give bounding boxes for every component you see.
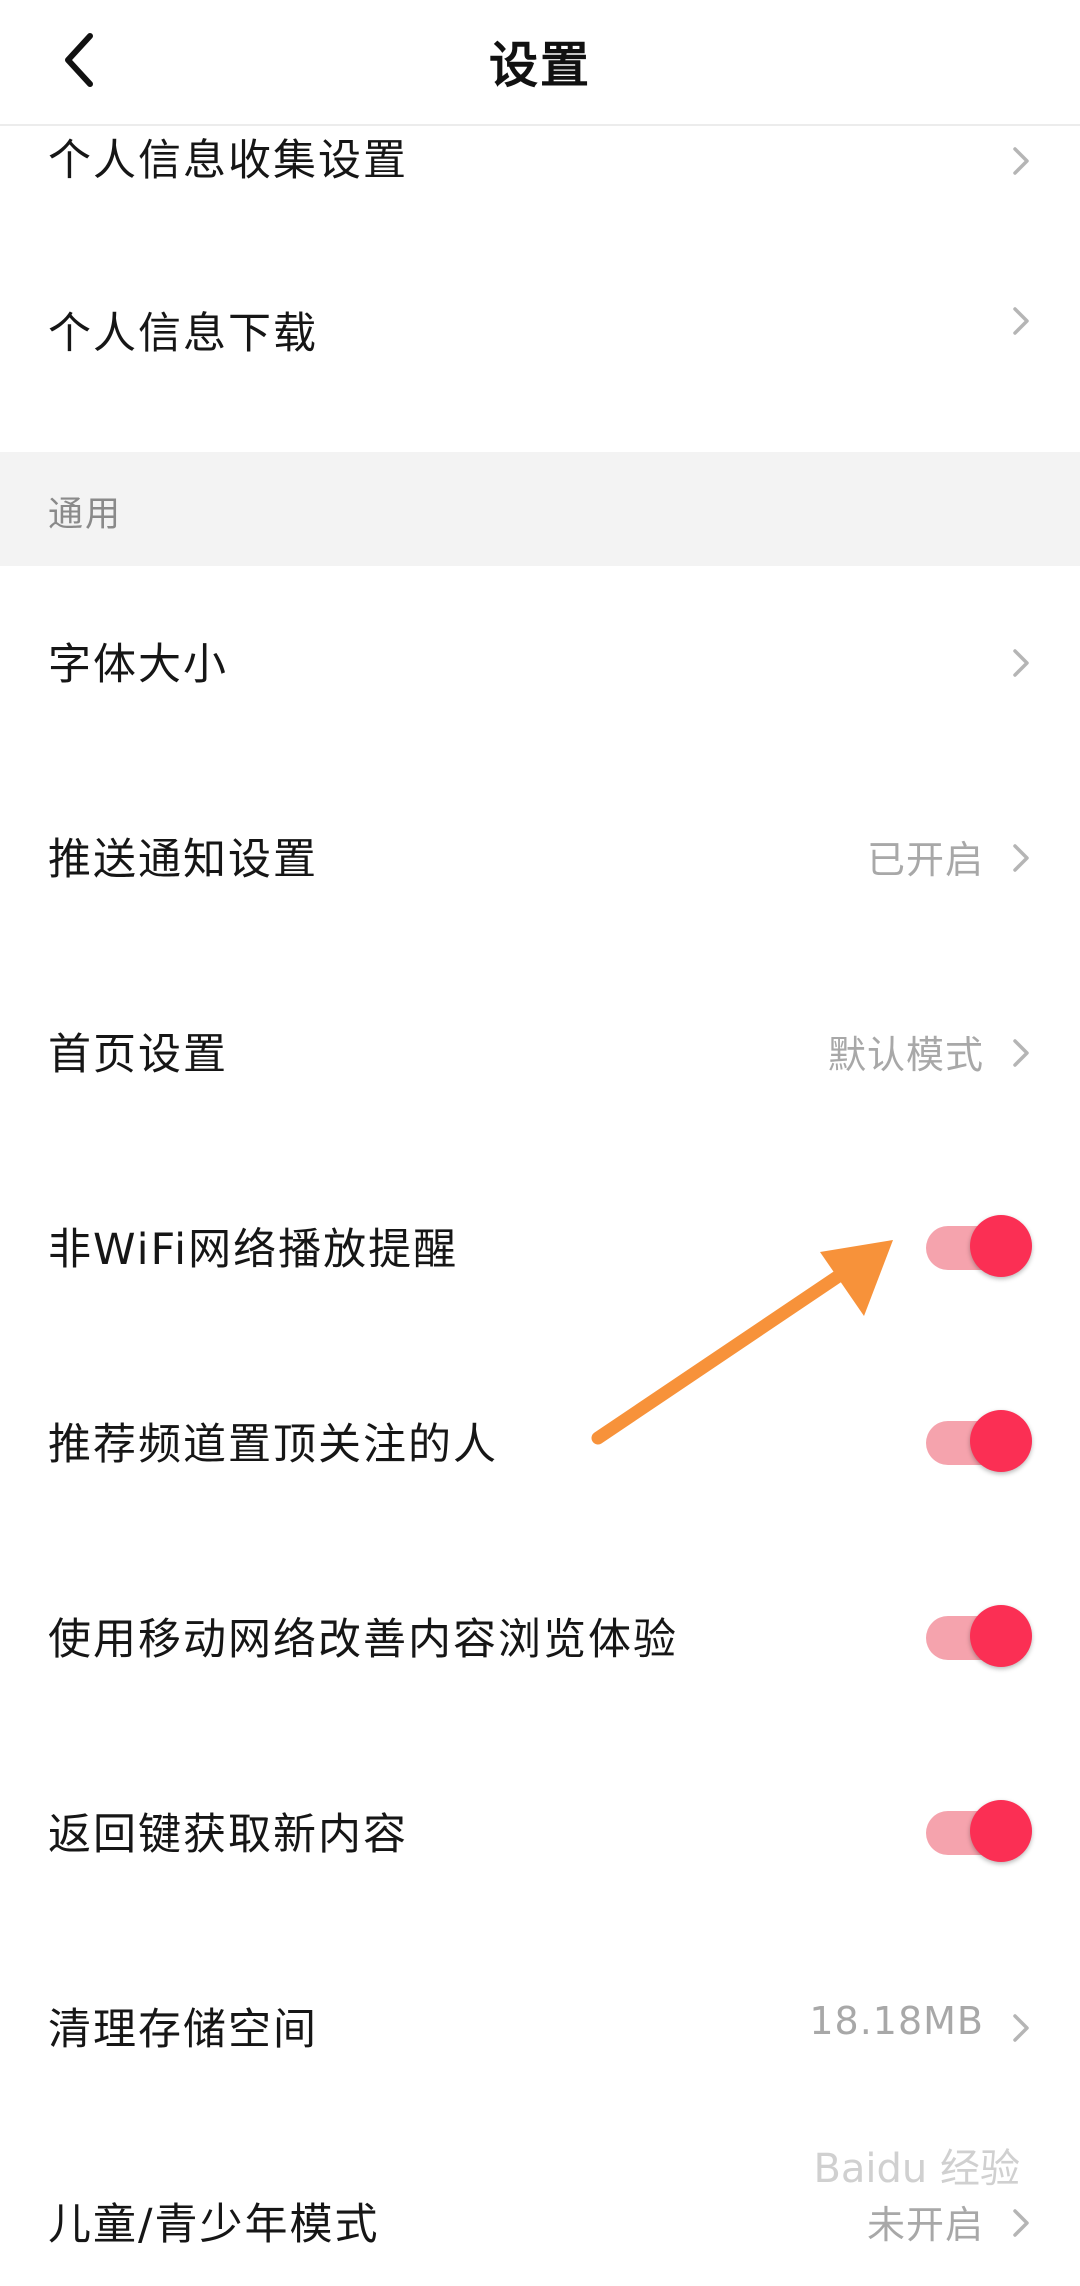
settings-row-back-key-refresh: 返回键获取新内容 [0,1736,1080,1931]
chevron-right-icon [1013,844,1029,872]
chevron-right-icon [1013,2209,1029,2237]
toggle-knob [970,1215,1032,1277]
toggle-knob [970,1410,1032,1472]
row-label: 儿童/青少年模式 [48,2200,380,2250]
chevron-right-icon [1013,1039,1029,1067]
row-label: 首页设置 [48,1030,228,1080]
toggle-switch[interactable] [922,1798,1032,1868]
settings-row-homepage[interactable]: 首页设置 默认模式 [0,956,1080,1151]
toggle-switch[interactable] [922,1408,1032,1478]
settings-row-non-wifi-reminder: 非WiFi网络播放提醒 [0,1151,1080,1346]
row-label: 推送通知设置 [48,835,318,885]
settings-row-mobile-network-improve: 使用移动网络改善内容浏览体验 [0,1541,1080,1736]
row-label: 推荐频道置顶关注的人 [48,1420,498,1470]
row-label: 个人信息收集设置 [48,136,408,186]
row-value: 已开启 [866,838,984,882]
row-value: 未开启 [866,2203,984,2247]
row-label: 个人信息下载 [48,309,318,359]
settings-row-personal-info-download[interactable]: 个人信息下载 [0,202,1080,452]
top-nav-bar: 设置 [0,0,1080,126]
toggle-knob [970,1605,1032,1667]
chevron-right-icon [1013,2014,1029,2042]
row-label: 清理存储空间 [48,2005,318,2055]
row-value: 默认模式 [827,1033,984,1077]
row-label: 字体大小 [48,640,228,690]
chevron-right-icon [1013,147,1029,175]
page-title: 设置 [488,37,591,94]
section-title: 通用 [48,495,123,535]
row-label: 非WiFi网络播放提醒 [48,1225,459,1275]
settings-list: 个人信息收集设置 个人信息下载 通用 字体大小 推送通知设置 已开启 首页设置 … [0,126,1080,2286]
settings-row-font-size[interactable]: 字体大小 [0,566,1080,761]
section-header-general: 通用 [0,452,1080,566]
chevron-right-icon [1013,307,1029,335]
toggle-knob [970,1800,1032,1862]
row-label: 使用移动网络改善内容浏览体验 [48,1615,678,1665]
toggle-switch[interactable] [922,1603,1032,1673]
row-value: 18.18MB [809,1999,984,2043]
toggle-switch[interactable] [922,1213,1032,1283]
chevron-right-icon [1013,649,1029,677]
settings-row-clear-storage[interactable]: 清理存储空间 18.18MB [0,1931,1080,2126]
settings-row-push-notifications[interactable]: 推送通知设置 已开启 [0,761,1080,956]
settings-row-pin-followed: 推荐频道置顶关注的人 [0,1346,1080,1541]
row-label: 返回键获取新内容 [48,1810,408,1860]
settings-row-personal-info-collection[interactable]: 个人信息收集设置 [0,126,1080,202]
watermark-logo: Baidu 经验 [813,2146,1020,2192]
